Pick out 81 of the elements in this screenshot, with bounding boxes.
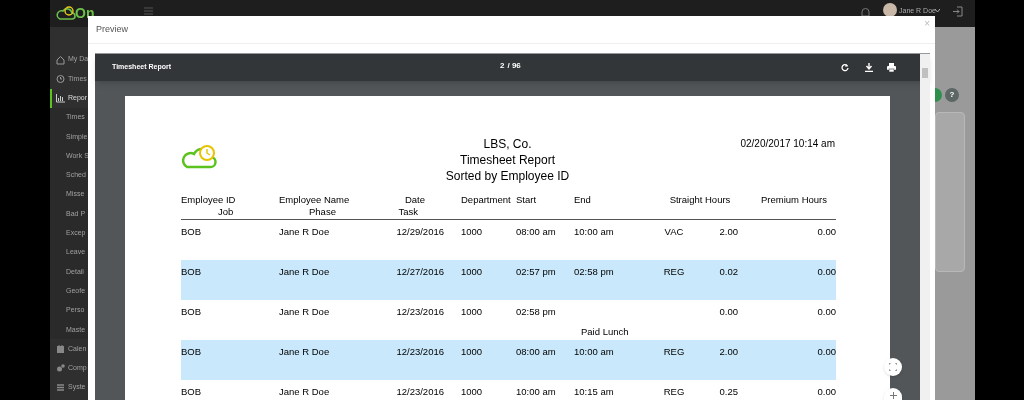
page-number[interactable]: 2 <box>500 62 505 70</box>
print-date: 02/20/2017 10:14 am <box>740 137 835 151</box>
table-cell: 0.02 <box>719 266 738 277</box>
table-cell: Jane R Doe <box>279 266 330 277</box>
table-cell: 12/23/2016 <box>396 306 444 317</box>
table-cell: REG <box>663 266 685 277</box>
home-icon <box>56 54 65 65</box>
table-cell: 0.00 <box>817 386 836 397</box>
avatar[interactable] <box>883 3 897 17</box>
table-cell: 0.25 <box>719 386 738 397</box>
table-cell: BOB <box>181 306 202 317</box>
table-cell: 12/23/2016 <box>396 346 444 357</box>
table-cell: BOB <box>181 266 202 277</box>
table-cell: 10:00 am <box>574 346 614 357</box>
table-cell: BOB <box>181 226 202 237</box>
table-cell: 10:15 am <box>574 386 614 397</box>
table-cell: 08:00 am <box>516 226 556 237</box>
table-cell: 12/29/2016 <box>396 226 444 237</box>
table-cell: 08:00 am <box>516 346 556 357</box>
table-cell: Paid Lunch <box>581 326 629 337</box>
column-header: Premium Hours <box>760 194 828 206</box>
table-cell: 0.00 <box>719 306 738 317</box>
bar-chart-icon <box>56 93 65 104</box>
table-cell: 1000 <box>461 226 483 237</box>
calendar-icon <box>56 344 65 355</box>
table-cell: VAC <box>664 226 684 237</box>
table-cell: BOB <box>181 386 202 397</box>
table-cell: 0.00 <box>817 306 836 317</box>
table-cell: 1000 <box>461 306 483 317</box>
report-title: Timesheet Report <box>460 152 555 168</box>
table-cell: 12/27/2016 <box>396 266 444 277</box>
table-cell: 1000 <box>461 346 483 357</box>
zoom-in-button[interactable] <box>884 388 902 400</box>
column-header: Start <box>516 194 538 206</box>
rotate-icon[interactable] <box>841 63 849 72</box>
cloud-clock-logo-icon <box>56 5 76 21</box>
table-cell: 10:00 am <box>574 226 614 237</box>
table-cell: 10:00 am <box>516 386 556 397</box>
column-header: Task <box>397 206 419 218</box>
table-cell: 02:58 pm <box>516 306 556 317</box>
table-cell: 12/23/2016 <box>396 386 444 397</box>
company-name: LBS, Co. <box>483 136 532 152</box>
table-cell: 02:57 pm <box>516 266 556 277</box>
table-cell: 1000 <box>461 266 483 277</box>
table-cell: Jane R Doe <box>279 306 330 317</box>
table-cell: Jane R Doe <box>279 386 330 397</box>
column-header: Employee Name <box>279 194 351 206</box>
column-header: End <box>574 194 592 206</box>
table-cell: 02:58 pm <box>574 266 614 277</box>
column-header: Employee ID <box>181 194 237 206</box>
table-cell: BOB <box>181 346 202 357</box>
logout-icon[interactable] <box>953 6 963 17</box>
table-cell: 2.00 <box>719 346 738 357</box>
table-cell: 0.00 <box>817 266 836 277</box>
column-header: Date <box>403 194 426 206</box>
column-header: Job <box>217 206 235 218</box>
print-icon[interactable] <box>887 63 896 72</box>
table-cell: 2.00 <box>719 226 738 237</box>
table-cell: 1000 <box>461 386 483 397</box>
column-header: Straight Hours <box>668 194 732 206</box>
table-cell: REG <box>663 346 685 357</box>
report-subtitle: Sorted by Employee ID <box>445 168 570 184</box>
column-header: Department <box>461 194 512 206</box>
grid-icon <box>56 382 65 393</box>
fit-page-button[interactable] <box>884 358 902 376</box>
bell-icon[interactable] <box>861 7 870 18</box>
table-cell: Jane R Doe <box>279 346 330 357</box>
fit-page-icon <box>889 363 897 371</box>
dialog-title: Preview <box>96 22 128 36</box>
cloud-clock-logo-icon <box>181 144 218 169</box>
caret-icon[interactable] <box>935 9 940 13</box>
table-cell: REG <box>663 386 685 397</box>
table-cell: 0.00 <box>817 226 836 237</box>
clock-icon <box>56 73 65 84</box>
download-icon[interactable] <box>865 63 873 72</box>
page-count: / 96 <box>507 62 521 70</box>
column-header: Phase <box>308 206 337 218</box>
plus-icon <box>889 392 897 399</box>
table-cell: Jane R Doe <box>279 226 330 237</box>
gears-icon <box>56 363 65 374</box>
table-cell: 0.00 <box>817 346 836 357</box>
